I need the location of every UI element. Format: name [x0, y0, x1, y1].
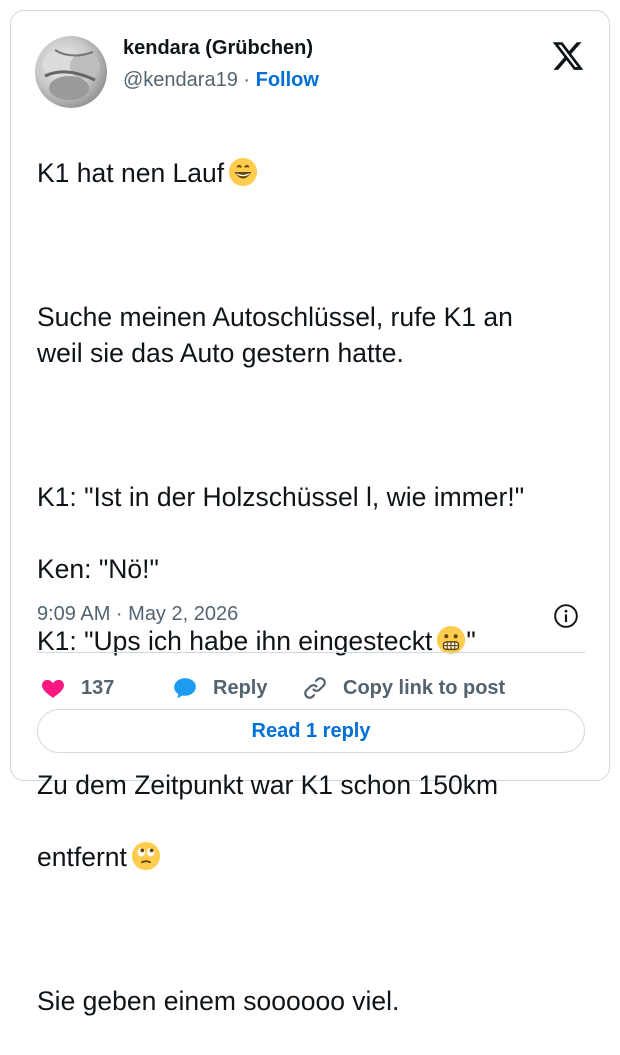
reply-label: Reply — [213, 676, 268, 699]
timestamp[interactable]: 9:09 AM · May 2, 2026 — [37, 603, 238, 626]
grinning-face-emoji — [229, 157, 258, 187]
author-display-name[interactable]: kendara (Grübchen) — [123, 37, 313, 60]
like-button[interactable]: 137 — [39, 675, 114, 701]
tweet-line: Ken: "Nö!" — [37, 554, 159, 584]
reply-button[interactable]: Reply — [171, 675, 267, 701]
tweet-line-text: entfernt — [37, 842, 127, 872]
tweet-line: K1 hat nen Lauf — [37, 155, 597, 191]
author-handle[interactable]: @kendara19 — [123, 69, 238, 91]
tweet-line: Sie geben einem soooooo viel. — [37, 986, 400, 1016]
heart-icon — [42, 679, 64, 698]
tweet-line: Zu dem Zeitpunkt war K1 schon 150km — [37, 770, 499, 800]
reply-bubble-icon — [174, 678, 196, 699]
tweet-line: entfernt — [37, 839, 597, 875]
link-icon — [304, 677, 326, 699]
tweet-text: K1 hat nen Lauf Suche meinen Autoschlüss… — [37, 119, 597, 1055]
grimacing-face-emoji — [437, 625, 466, 655]
follow-button[interactable]: Follow — [256, 69, 319, 91]
tweet-line: K1: "Ist in der Holzschüssel l, wie imme… — [37, 482, 525, 512]
tweet-line-text: K1 hat nen Lauf — [37, 158, 225, 188]
info-icon[interactable] — [553, 603, 579, 629]
copy-link-button[interactable]: Copy link to post — [301, 675, 505, 701]
copy-link-label: Copy link to post — [343, 676, 506, 699]
tweet-paragraph: Suche meinen Autoschlüssel, rufe K1 an w… — [37, 302, 513, 368]
meta-separator: · — [243, 69, 251, 91]
author-meta: @kendara19 · Follow — [123, 69, 319, 92]
x-logo-icon[interactable] — [551, 39, 585, 73]
face-with-rolling-eyes-emoji — [131, 841, 160, 871]
tweet-line: K1: "Ups ich habe ihn eingesteckt " — [37, 623, 597, 659]
like-count: 137 — [81, 676, 115, 699]
read-replies-button[interactable]: Read 1 reply — [37, 709, 585, 753]
tweet-card: kendara (Grübchen) @kendara19 · Follow K… — [10, 10, 610, 1016]
avatar[interactable] — [35, 36, 107, 108]
divider — [37, 652, 585, 653]
